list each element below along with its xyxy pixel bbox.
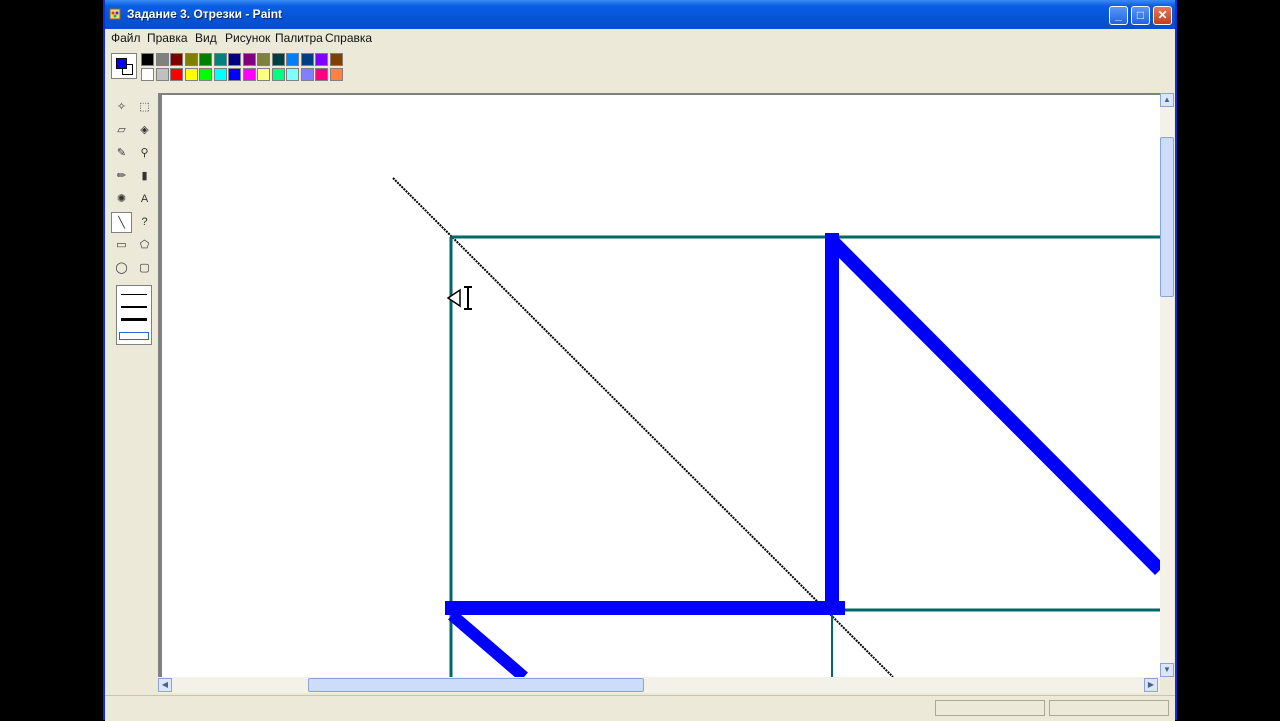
scroll-left-icon[interactable]: ◀ xyxy=(158,678,172,692)
scroll-up-icon[interactable]: ▲ xyxy=(1160,93,1174,107)
color-swatch[interactable] xyxy=(300,68,314,81)
menu-view[interactable]: Вид xyxy=(195,31,217,45)
menu-edit[interactable]: Правка xyxy=(147,31,188,45)
horizontal-scrollbar[interactable]: ◀ ▶ xyxy=(158,677,1160,693)
rect-select-icon[interactable]: ⬚ xyxy=(134,97,155,118)
color-swatch[interactable] xyxy=(184,68,198,81)
vertical-scroll-thumb[interactable] xyxy=(1160,137,1174,297)
magnifier-icon[interactable]: ⚲ xyxy=(134,143,155,164)
blue-diagonal-right xyxy=(827,236,1160,575)
color-swatch[interactable] xyxy=(286,68,299,81)
toolbox: ✧ ⬚ ▱ ◈ ✎ ⚲ ✏ ▮ ✺ A ╲? ▭ ⬠ ◯ ▢ xyxy=(108,95,158,345)
status-coords-pane xyxy=(935,700,1045,716)
color-swatch[interactable] xyxy=(257,68,270,81)
rounded-rect-icon[interactable]: ▢ xyxy=(134,258,155,279)
line-width-4-selected[interactable] xyxy=(119,332,149,340)
minimize-button[interactable]: _ xyxy=(1109,6,1128,25)
status-coords xyxy=(936,705,940,717)
status-size-pane xyxy=(1049,700,1169,716)
line-width-2[interactable] xyxy=(121,306,147,308)
color-swatch[interactable] xyxy=(199,53,212,66)
status-bar xyxy=(105,695,1175,721)
color-swatch[interactable] xyxy=(242,53,256,66)
color-swatch[interactable] xyxy=(141,53,154,66)
title-bar[interactable]: Задание 3. Отрезки - Paint _ □ ✕ xyxy=(105,0,1175,29)
window-title: Задание 3. Отрезки - Paint xyxy=(127,7,283,21)
color-swatch[interactable] xyxy=(271,68,285,81)
brush-icon[interactable]: ▮ xyxy=(134,166,155,187)
scroll-down-icon[interactable]: ▼ xyxy=(1160,663,1174,677)
color-swatch[interactable] xyxy=(242,68,256,81)
menu-help[interactable]: Справка xyxy=(325,31,372,45)
line-width-1[interactable] xyxy=(121,294,147,295)
scroll-right-icon[interactable]: ▶ xyxy=(1144,678,1158,692)
color-swatch[interactable] xyxy=(286,53,299,66)
drawing xyxy=(392,177,1160,677)
line-width-3[interactable] xyxy=(121,318,147,321)
maximize-button[interactable]: □ xyxy=(1131,6,1150,25)
color-swatch[interactable] xyxy=(184,53,198,66)
polygon-icon[interactable]: ⬠ xyxy=(134,235,155,256)
color-swatch[interactable] xyxy=(315,53,328,66)
color-picker-icon[interactable]: ✎ xyxy=(111,143,132,164)
eraser-icon[interactable]: ▱ xyxy=(111,120,132,141)
menu-image[interactable]: Рисунок xyxy=(225,31,270,45)
menu-bar: Файл Правка Вид Рисунок Палитра Справка xyxy=(105,29,1175,47)
canvas-area xyxy=(158,93,1160,677)
color-swatch[interactable] xyxy=(300,53,314,66)
color-swatch[interactable] xyxy=(170,53,183,66)
pencil-icon[interactable]: ✏ xyxy=(111,166,132,187)
free-select-icon[interactable]: ✧ xyxy=(111,97,132,118)
line-icon[interactable]: ╲ xyxy=(111,212,132,233)
color-swatch[interactable] xyxy=(141,68,154,81)
color-swatch[interactable] xyxy=(155,53,169,66)
color-swatch[interactable] xyxy=(199,68,212,81)
color-palette xyxy=(105,47,1175,89)
drawing-canvas[interactable] xyxy=(162,95,1160,677)
text-icon[interactable]: A xyxy=(134,189,155,210)
color-swatch[interactable] xyxy=(228,53,241,66)
current-colors xyxy=(111,53,137,79)
airbrush-icon[interactable]: ✺ xyxy=(111,189,132,210)
paint-app-icon xyxy=(109,8,121,20)
color-swatch[interactable] xyxy=(170,68,183,81)
rectangle-icon[interactable]: ▭ xyxy=(111,235,132,256)
color-swatch[interactable] xyxy=(329,68,343,81)
color-swatch[interactable] xyxy=(271,53,285,66)
color-swatch[interactable] xyxy=(213,68,227,81)
close-button[interactable]: ✕ xyxy=(1153,6,1172,25)
menu-colors[interactable]: Палитра xyxy=(275,31,323,45)
menu-file[interactable]: Файл xyxy=(111,31,141,45)
color-swatch[interactable] xyxy=(315,68,328,81)
paint-window: Задание 3. Отрезки - Paint _ □ ✕ Файл Пр… xyxy=(103,0,1177,721)
color-swatch[interactable] xyxy=(228,68,241,81)
color-swatch[interactable] xyxy=(257,53,270,66)
vertical-scrollbar[interactable]: ▲ ▼ xyxy=(1160,93,1174,677)
blue-diagonal-bottom xyxy=(448,610,528,677)
curve-icon[interactable]: ? xyxy=(134,212,155,233)
ellipse-icon[interactable]: ◯ xyxy=(111,258,132,279)
horizontal-scroll-thumb[interactable] xyxy=(308,678,644,692)
line-width-selector[interactable] xyxy=(116,285,152,345)
fill-icon[interactable]: ◈ xyxy=(134,120,155,141)
color-swatch[interactable] xyxy=(155,68,169,81)
color-swatch[interactable] xyxy=(213,53,227,66)
color-swatch[interactable] xyxy=(329,53,343,66)
foreground-color xyxy=(116,58,127,69)
